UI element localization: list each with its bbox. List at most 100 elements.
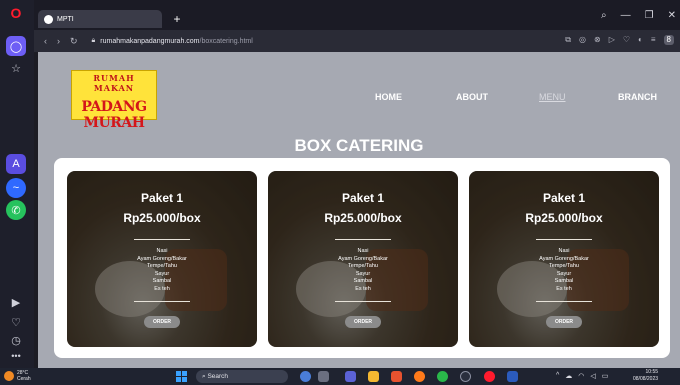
reload-icon[interactable]: ↻ bbox=[70, 36, 78, 47]
more-icon[interactable]: ••• bbox=[6, 346, 26, 366]
package-price: Rp25.000/box bbox=[324, 211, 402, 225]
back-icon[interactable]: ‹ bbox=[44, 36, 47, 46]
taskbar-clock[interactable]: 10:55 08/08/2023 bbox=[633, 369, 658, 383]
nav-branch[interactable]: BRANCH bbox=[618, 92, 657, 102]
list-item: Ayam Goreng/Bakar bbox=[338, 255, 388, 262]
firefox-icon[interactable] bbox=[414, 371, 425, 382]
opera-taskbar-icon[interactable] bbox=[484, 371, 495, 382]
list-item: Es teh bbox=[154, 285, 170, 292]
weather-widget[interactable]: 28°C Cerah bbox=[17, 370, 31, 382]
package-card: Paket 1 Rp25.000/box Nasi Ayam Goreng/Ba… bbox=[268, 171, 458, 347]
close-icon[interactable]: ✕ bbox=[668, 10, 676, 21]
package-title: Paket 1 bbox=[341, 191, 385, 205]
divider bbox=[536, 239, 592, 240]
weather-sun-icon[interactable] bbox=[4, 371, 14, 381]
forward-icon[interactable]: › bbox=[57, 36, 60, 46]
package-items: Nasi Ayam Goreng/Bakar Tempe/Tahu Sayur … bbox=[268, 248, 458, 293]
address-bar: ‹ › ↻ 🔒︎ rumahmakanpadangmurah.com/boxca… bbox=[34, 30, 680, 52]
list-item: Sambal bbox=[152, 278, 172, 284]
heart-icon[interactable]: ♡ bbox=[623, 35, 630, 45]
opera-sidebar: O ◯ ☆ A ~ ✆ ▶ ♡ ◷ ••• bbox=[0, 0, 34, 368]
list-item: Nasi bbox=[357, 248, 369, 254]
list-item: Sambal bbox=[353, 278, 373, 284]
list-item: Tempe/Tahu bbox=[147, 263, 177, 269]
search-tabs-icon[interactable]: ⌕ bbox=[601, 10, 607, 21]
copilot-icon[interactable] bbox=[300, 371, 311, 382]
package-title: Paket 1 bbox=[140, 191, 184, 205]
tab-title: MPTI bbox=[57, 15, 74, 23]
messenger-icon[interactable]: ~ bbox=[6, 178, 26, 198]
list-item: Sayur bbox=[154, 270, 170, 277]
web-page: RUMAH MAKAN PADANG MURAH HOME ABOUT MENU… bbox=[38, 52, 680, 368]
windows-start-icon[interactable] bbox=[176, 371, 187, 382]
cloud-icon[interactable]: ☁ bbox=[565, 372, 572, 380]
new-tab-icon[interactable]: + bbox=[170, 12, 184, 26]
aria-icon[interactable]: A bbox=[6, 154, 26, 174]
easy-setup-icon[interactable]: ⧉ bbox=[565, 35, 571, 45]
file-explorer-icon[interactable] bbox=[368, 371, 379, 382]
profile-icon[interactable]: 8 bbox=[663, 35, 674, 45]
whatsapp-icon[interactable]: ✆ bbox=[6, 200, 26, 220]
wallet-icon[interactable]: ◐ bbox=[638, 35, 643, 45]
url-field[interactable]: rumahmakanpadangmurah.com/boxcatering.ht… bbox=[100, 38, 253, 45]
teams-icon[interactable] bbox=[345, 371, 356, 382]
opera-logo-icon[interactable]: O bbox=[6, 3, 26, 23]
site-logo[interactable]: RUMAH MAKAN PADANG MURAH bbox=[71, 70, 157, 131]
restore-icon[interactable]: ❐ bbox=[645, 10, 654, 21]
catering-panel: Paket 1 Rp25.000/box Nasi Ayam Goreng/Ba… bbox=[54, 158, 670, 358]
clock-date: 08/08/2023 bbox=[633, 376, 659, 382]
wifi-icon[interactable]: ◠ bbox=[578, 372, 584, 380]
order-button[interactable]: ORDER bbox=[143, 316, 181, 328]
divider bbox=[335, 301, 391, 302]
divider bbox=[134, 239, 190, 240]
order-button[interactable]: ORDER bbox=[344, 316, 382, 328]
taskbar-search[interactable]: ⌕ Search bbox=[196, 370, 288, 383]
package-card: Paket 1 Rp25.000/box Nasi Ayam Goreng/Ba… bbox=[469, 171, 659, 347]
package-price: Rp25.000/box bbox=[525, 211, 603, 225]
url-domain: rumahmakanpadangmurah.com bbox=[100, 37, 200, 45]
browser-window: O ◯ ☆ A ~ ✆ ▶ ♡ ◷ ••• MPTI + ⌕ — ❐ ✕ ‹ ›… bbox=[0, 0, 680, 385]
list-item: Tempe/Tahu bbox=[348, 263, 378, 269]
task-view-icon[interactable] bbox=[318, 371, 329, 382]
list-item: Nasi bbox=[156, 248, 168, 254]
address-actions: ⧉ ◎ ⊗ ▷ ♡ ◐ ≡ 8 bbox=[565, 35, 674, 45]
list-item: Sayur bbox=[355, 270, 371, 277]
nav-home[interactable]: HOME bbox=[375, 92, 402, 102]
list-item: Tempe/Tahu bbox=[549, 263, 579, 269]
send-icon[interactable]: ▷ bbox=[609, 35, 615, 45]
taskbar: 28°C Cerah ⌕ Search ^ ☁ ◠ ◁ ▭ 10:55 08/0… bbox=[0, 368, 680, 385]
logo-top-text: RUMAH MAKAN bbox=[93, 73, 135, 93]
list-item: Sayur bbox=[556, 270, 572, 277]
list-item: Sambal bbox=[554, 278, 574, 284]
list-item: Nasi bbox=[558, 248, 570, 254]
window-controls: ⌕ — ❐ ✕ bbox=[601, 10, 676, 21]
list-item: Es teh bbox=[355, 285, 371, 292]
whatsapp-taskbar-icon[interactable] bbox=[437, 371, 448, 382]
battery-icon[interactable]: ▭ bbox=[602, 372, 609, 380]
divider bbox=[134, 301, 190, 302]
nav-menu[interactable]: MENU bbox=[539, 92, 566, 102]
camera-icon[interactable]: ◎ bbox=[579, 35, 586, 45]
search-label: Search bbox=[207, 373, 229, 380]
package-card: Paket 1 Rp25.000/box Nasi Ayam Goreng/Ba… bbox=[67, 171, 257, 347]
volume-icon[interactable]: ◁ bbox=[590, 372, 595, 380]
chevron-up-icon[interactable]: ^ bbox=[556, 372, 559, 380]
office-icon[interactable] bbox=[391, 371, 402, 382]
package-items: Nasi Ayam Goreng/Bakar Tempe/Tahu Sayur … bbox=[469, 248, 659, 293]
tab-mpti[interactable]: MPTI bbox=[38, 10, 162, 28]
workspace-icon[interactable]: ◯ bbox=[6, 36, 26, 56]
weather-desc: Cerah bbox=[17, 376, 31, 382]
media-player-icon[interactable] bbox=[460, 371, 471, 382]
block-icon[interactable]: ⊗ bbox=[594, 35, 601, 45]
star-icon[interactable]: ☆ bbox=[6, 58, 26, 78]
minimize-icon[interactable]: — bbox=[621, 10, 631, 21]
order-button[interactable]: ORDER bbox=[545, 316, 583, 328]
menu-icon[interactable]: ≡ bbox=[651, 35, 656, 45]
system-tray: ^ ☁ ◠ ◁ ▭ bbox=[556, 372, 608, 380]
divider bbox=[335, 239, 391, 240]
heart-icon[interactable]: ♡ bbox=[6, 312, 26, 332]
player-icon[interactable]: ▶ bbox=[6, 292, 26, 312]
nav-about[interactable]: ABOUT bbox=[456, 92, 488, 102]
lock-icon: 🔒︎ bbox=[91, 37, 96, 44]
word-icon[interactable] bbox=[507, 371, 518, 382]
